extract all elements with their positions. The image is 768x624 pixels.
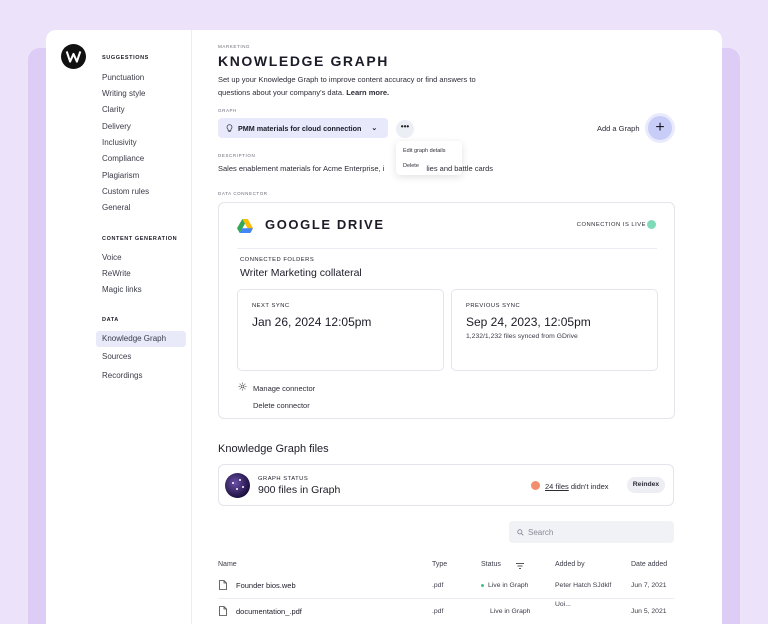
sidebar-item-delivery[interactable]: Delivery — [102, 119, 131, 135]
next-sync-box: NEXT SYNC Jan 26, 2024 12:05pm — [237, 289, 444, 371]
sidebar-section-content-generation: CONTENT GENERATION — [102, 236, 178, 242]
connector-card: GOOGLE DRIVE CONNECTION IS LIVE CONNECTE… — [218, 202, 675, 419]
table-row[interactable]: documentation_.pdf .pdf Live in Graph Uo… — [218, 599, 674, 624]
sidebar-item-voice[interactable]: Voice — [102, 250, 122, 266]
file-date: Jun 7, 2021 — [631, 582, 667, 589]
app-window: SUGGESTIONS Punctuation Writing style Cl… — [46, 30, 722, 624]
sidebar-section-suggestions: SUGGESTIONS — [102, 55, 149, 61]
graph-status-card: GRAPH STATUS 900 files in Graph 24 files… — [218, 464, 674, 506]
previous-sync-label: PREVIOUS SYNC — [466, 303, 521, 309]
status-dot — [647, 220, 656, 229]
table-row[interactable]: Founder bios.web .pdf Live in Graph Pete… — [218, 573, 674, 599]
search-icon — [517, 528, 524, 536]
connection-status: CONNECTION IS LIVE — [576, 222, 646, 228]
files-section-title: Knowledge Graph files — [218, 443, 329, 455]
warning-dot — [531, 481, 540, 490]
sidebar-item-rewrite[interactable]: ReWrite — [102, 266, 131, 282]
graph-status-label: GRAPH STATUS — [258, 476, 309, 482]
graph-label: GRAPH — [218, 108, 238, 113]
sidebar-item-custom-rules[interactable]: Custom rules — [102, 184, 149, 200]
failed-files-suffix: didn't index — [568, 482, 609, 491]
google-drive-icon — [237, 219, 253, 233]
file-added-by: Uoi... — [555, 601, 571, 608]
sidebar-section-data: DATA — [102, 317, 119, 323]
main-content: MARKETING KNOWLEDGE GRAPH Set up your Kn… — [218, 30, 708, 624]
column-header-added-by[interactable]: Added by — [555, 561, 585, 568]
document-icon — [219, 606, 227, 616]
file-date: Jun 5, 2021 — [631, 608, 667, 615]
divider — [237, 248, 657, 249]
description-label: DESCRIPTION — [218, 153, 256, 158]
intro-text: Set up your Knowledge Graph to improve c… — [218, 73, 478, 99]
previous-sync-detail: 1,232/1,232 files synced from GDrive — [466, 333, 578, 340]
connector-name: GOOGLE DRIVE — [265, 217, 385, 232]
eyebrow-label: MARKETING — [218, 44, 251, 49]
writer-logo[interactable] — [61, 44, 86, 69]
description-text: Sales enablement materials for Acme Ente… — [218, 164, 493, 173]
description-end: lies and battle cards — [426, 164, 494, 173]
file-name[interactable]: documentation_.pdf — [236, 607, 302, 616]
document-icon — [219, 580, 227, 590]
sidebar-item-inclusivity[interactable]: Inclusivity — [102, 135, 137, 151]
file-type: .pdf — [432, 608, 444, 615]
search-placeholder: Search — [528, 527, 554, 537]
search-input[interactable]: Search — [509, 521, 674, 543]
graph-select-value: PMM materials for cloud connection — [238, 123, 362, 133]
sidebar-item-compliance[interactable]: Compliance — [102, 151, 144, 167]
gear-icon — [238, 382, 247, 391]
sidebar-item-punctuation[interactable]: Punctuation — [102, 70, 144, 86]
file-status: Live in Graph — [481, 582, 528, 589]
data-connector-label: DATA CONNECTOR — [218, 191, 268, 196]
sidebar-item-magic-links[interactable]: Magic links — [102, 282, 142, 298]
add-graph-button[interactable]: + — [648, 116, 672, 140]
sidebar-item-general[interactable]: General — [102, 200, 130, 216]
page-title: KNOWLEDGE GRAPH — [218, 53, 389, 69]
column-header-status[interactable]: Status — [481, 561, 501, 568]
previous-sync-value: Sep 24, 2023, 12:05pm — [466, 315, 591, 329]
previous-sync-box: PREVIOUS SYNC Sep 24, 2023, 12:05pm 1,23… — [451, 289, 658, 371]
file-status-text: Live in Graph — [488, 582, 529, 589]
learn-more-link[interactable]: Learn more. — [346, 88, 389, 97]
w-logo-icon — [65, 51, 82, 63]
sidebar-item-sources[interactable]: Sources — [102, 349, 131, 365]
more-options-button[interactable]: ••• — [396, 120, 414, 138]
delete-connector-link[interactable]: Delete connector — [253, 401, 310, 410]
graph-status-value: 900 files in Graph — [258, 484, 341, 496]
sidebar: SUGGESTIONS Punctuation Writing style Cl… — [46, 30, 192, 624]
column-header-type[interactable]: Type — [432, 561, 447, 568]
add-graph-label[interactable]: Add a Graph — [597, 124, 640, 133]
column-header-date-added[interactable]: Date added — [631, 561, 667, 568]
sidebar-item-knowledge-graph[interactable]: Knowledge Graph — [96, 331, 186, 347]
file-status-text: Live in Graph — [490, 608, 531, 615]
sidebar-item-recordings[interactable]: Recordings — [102, 368, 142, 384]
connected-folders-label: CONNECTED FOLDERS — [240, 257, 315, 263]
connected-folders-value: Writer Marketing collateral — [240, 267, 362, 279]
file-type: .pdf — [432, 582, 444, 589]
manage-connector-link[interactable]: Manage connector — [253, 384, 315, 393]
menu-item-edit-graph-details[interactable]: Edit graph details — [403, 148, 446, 154]
file-name[interactable]: Founder bios.web — [236, 581, 296, 590]
sidebar-item-plagiarism[interactable]: Plagiarism — [102, 168, 139, 184]
sidebar-item-clarity[interactable]: Clarity — [102, 102, 125, 118]
live-dot — [481, 583, 484, 587]
graph-avatar — [225, 473, 250, 498]
sidebar-item-writing-style[interactable]: Writing style — [102, 86, 145, 102]
filter-icon[interactable] — [516, 563, 524, 569]
reindex-button[interactable]: Reindex — [627, 477, 665, 493]
chevron-down-icon: ⌄ — [371, 125, 378, 132]
failed-files-link[interactable]: 24 files — [545, 482, 569, 491]
next-sync-label: NEXT SYNC — [252, 303, 290, 309]
failed-files-text: 24 files didn't index — [545, 482, 609, 491]
description-start: Sales enablement materials for Acme Ente… — [218, 164, 385, 173]
column-header-name[interactable]: Name — [218, 561, 237, 568]
file-added-by: Peter Hatch SJdklf — [555, 582, 612, 589]
lightbulb-icon — [226, 123, 233, 132]
graph-select[interactable]: PMM materials for cloud connection ⌄ — [218, 118, 388, 138]
next-sync-value: Jan 26, 2024 12:05pm — [252, 315, 372, 329]
